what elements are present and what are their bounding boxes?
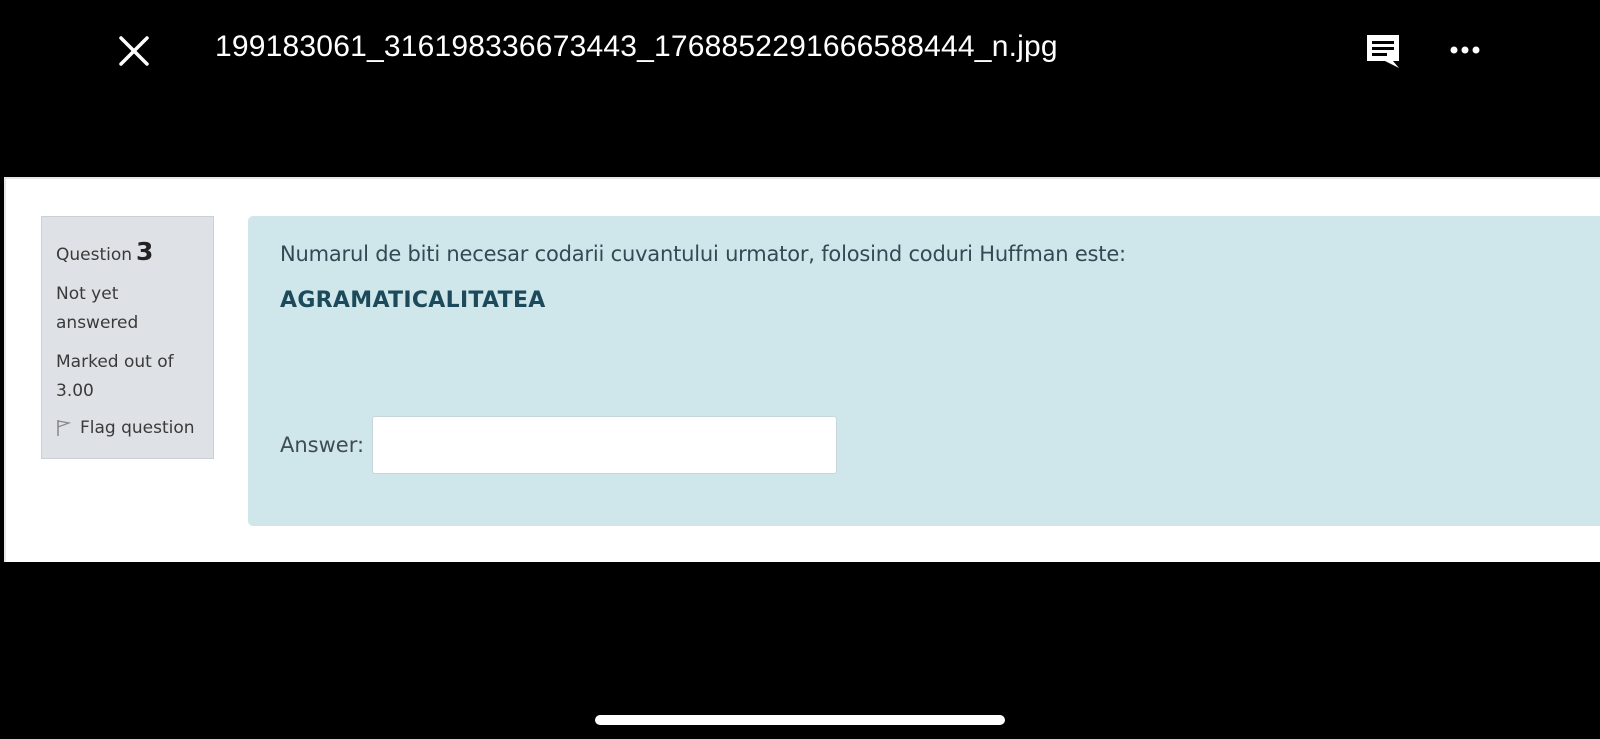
viewer-top-bar: 199183061_316198336673443_17688522916665… xyxy=(0,0,1600,100)
question-content: Numarul de biti necesar codarii cuvantul… xyxy=(248,216,1600,526)
screenshot-image: Question 3 Not yet answered Marked out of… xyxy=(4,177,1600,562)
close-button[interactable] xyxy=(116,33,152,69)
more-options-icon xyxy=(1450,46,1480,54)
close-icon xyxy=(119,36,149,66)
answer-label: Answer: xyxy=(280,433,365,457)
home-indicator[interactable] xyxy=(595,715,1005,725)
flag-question-label: Flag question xyxy=(80,418,195,438)
comment-icon xyxy=(1367,35,1399,68)
question-number: Question 3 xyxy=(56,237,201,266)
question-state: Not yet answered xyxy=(56,284,139,333)
flag-question-link[interactable]: Flag question xyxy=(56,418,201,438)
question-word: AGRAMATICALITATEA xyxy=(280,288,546,313)
comment-button[interactable] xyxy=(1363,31,1403,71)
question-info-panel: Question 3 Not yet answered Marked out of… xyxy=(41,216,214,459)
file-name: 199183061_316198336673443_17688522916665… xyxy=(215,30,1058,63)
question-label: Question xyxy=(56,245,133,265)
question-text: Numarul de biti necesar codarii cuvantul… xyxy=(280,242,1126,266)
more-options-button[interactable] xyxy=(1446,36,1486,64)
question-number-value: 3 xyxy=(136,237,154,266)
flag-icon xyxy=(57,420,72,436)
answer-row: Answer: xyxy=(280,416,838,474)
question-grade: Marked out of 3.00 xyxy=(56,352,174,401)
answer-input[interactable] xyxy=(372,416,838,474)
